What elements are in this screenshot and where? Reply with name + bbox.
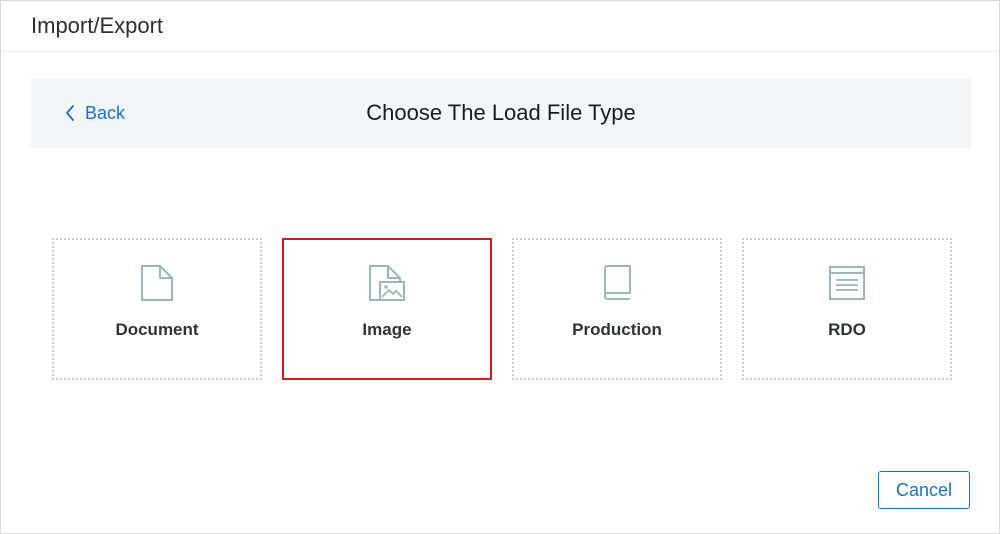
tile-label: Image	[362, 320, 412, 339]
back-link[interactable]: Back	[65, 78, 125, 148]
tile-document[interactable]: Document	[52, 238, 262, 380]
step-bar: Back Choose The Load File Type	[31, 78, 971, 148]
file-type-tiles: Document Image Production RDO	[52, 238, 952, 380]
tile-label: Production	[572, 320, 662, 339]
tile-label: Document	[115, 320, 199, 339]
dialog-header: Import/Export	[1, 1, 999, 52]
tile-image[interactable]: Image	[282, 238, 492, 380]
list-window-icon	[828, 263, 866, 303]
dialog-title: Import/Export	[31, 13, 164, 38]
document-icon	[139, 263, 175, 303]
step-title: Choose The Load File Type	[366, 100, 636, 125]
image-file-icon	[367, 263, 407, 303]
tile-label: RDO	[828, 320, 866, 339]
book-icon	[600, 263, 634, 303]
tile-production[interactable]: Production	[512, 238, 722, 380]
cancel-button[interactable]: Cancel	[878, 471, 970, 509]
tile-rdo[interactable]: RDO	[742, 238, 952, 380]
import-export-dialog: Import/Export Back Choose The Load File …	[0, 0, 1000, 534]
chevron-left-icon	[65, 105, 75, 121]
back-label: Back	[85, 102, 126, 123]
